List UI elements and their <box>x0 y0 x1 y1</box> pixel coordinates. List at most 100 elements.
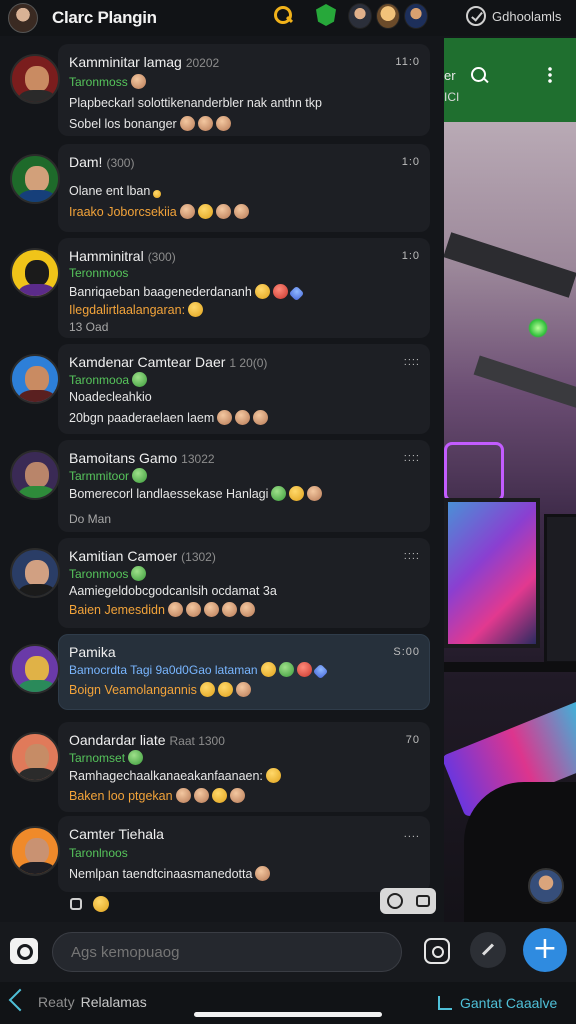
emoji-icon <box>131 566 147 581</box>
chat-avatar[interactable] <box>10 54 60 104</box>
preview-subtitle: ICI <box>444 90 460 104</box>
chat-time: :::: <box>403 452 420 464</box>
sticker-icon[interactable] <box>70 898 82 910</box>
chat-message: Olane ent lban <box>69 184 162 198</box>
emoji-icon <box>233 204 249 219</box>
emoji-icon <box>132 372 148 387</box>
emoji-icon <box>260 662 276 677</box>
chat-subtitle: Tarmmitoor <box>69 468 148 483</box>
message-composer: + <box>0 922 576 982</box>
message-input[interactable] <box>52 932 402 972</box>
chat-tag: (1302) <box>181 550 216 564</box>
emoji-icon <box>193 788 209 803</box>
chat-tag: (300) <box>147 250 176 264</box>
chat-message-secondary: Boign Veamolangannis <box>69 682 251 697</box>
emoji-icon <box>197 204 213 219</box>
chat-preview-pane: er ICI <box>444 38 576 922</box>
chat-item[interactable]: Kamdenar Camtear Daer 1 20(0) :::: Taronm… <box>0 344 444 438</box>
gallery-icon[interactable] <box>424 938 450 964</box>
story-avatar[interactable] <box>376 3 400 29</box>
chat-name: Camter Tiehala <box>69 826 164 842</box>
chat-name: Pamika <box>69 644 116 660</box>
chat-avatar[interactable] <box>10 732 60 782</box>
chat-avatar[interactable] <box>10 644 60 694</box>
chat-name: Bamoitans Gamo 13022 <box>69 450 215 466</box>
chat-avatar[interactable] <box>10 450 60 500</box>
emoji-icon <box>167 602 183 617</box>
chat-item[interactable]: Bamoitans Gamo 13022 :::: Tarmmitoor Bome… <box>0 440 444 536</box>
record-icon[interactable] <box>386 893 403 909</box>
chat-item[interactable]: Hamminitral (300) 1:0 Teronmoos Banriqaeb… <box>0 238 444 342</box>
chat-tag: 1 20(0) <box>229 356 268 370</box>
chat-message: Aamiegeldobcgodcanlsih ocdamat 3a <box>69 584 277 598</box>
chat-item[interactable]: Oandardar liate Raat 1300 70 Tarnomset Ra… <box>0 722 444 816</box>
chat-item[interactable]: Kamitian Camoer (1302) :::: Taronmoos Aam… <box>0 538 444 632</box>
chat-item[interactable]: Dam! (300) 1:0 Olane ent lban Iraako Jobo… <box>0 144 444 236</box>
emoji-icon <box>235 410 251 425</box>
search-icon[interactable] <box>470 66 490 86</box>
forward-icon <box>438 996 452 1010</box>
more-options-icon[interactable] <box>548 66 552 84</box>
emoji-icon <box>289 486 305 501</box>
repeat-icon[interactable] <box>415 895 430 907</box>
chat-subtitle: Taronlnoos <box>69 846 128 860</box>
story-avatars <box>348 3 428 29</box>
chat-item-active[interactable]: Pamika S:00 Bamocrdta Tagi 9a0d0Gao lata… <box>0 634 444 714</box>
emoji-icon[interactable] <box>93 896 109 912</box>
camera-icon[interactable] <box>10 938 38 964</box>
chat-message: Bomerecorl landlaessekase Hanlagi <box>69 486 323 501</box>
shield-icon[interactable] <box>316 4 336 26</box>
search-icon[interactable] <box>272 4 294 26</box>
emoji-icon <box>255 866 271 881</box>
bottom-nav-right[interactable]: Gantat Caaalve <box>438 994 557 1011</box>
top-icons <box>272 4 336 26</box>
emoji-icon <box>254 284 270 299</box>
bottom-nav: Reaty Relalamas Gantat Caaalve <box>0 982 576 1024</box>
back-arrow-icon[interactable] <box>8 988 32 1012</box>
preview-title: er <box>444 68 456 83</box>
nav-label-right: Gantat Caaalve <box>460 995 558 1011</box>
emoji-icon <box>153 190 162 198</box>
new-message-button[interactable]: + <box>523 928 567 972</box>
chat-item[interactable]: Kamminitar lamag 20202 11:0 Taronmoss Pla… <box>0 44 444 140</box>
chat-avatar[interactable] <box>10 354 60 404</box>
chat-tag: 13022 <box>181 452 215 466</box>
emoji-icon <box>185 602 201 617</box>
chat-time: 70 <box>405 734 420 746</box>
chat-meta: 13 Oad <box>69 320 109 334</box>
top-right-status[interactable]: Gdhoolamls <box>466 6 561 26</box>
story-avatar[interactable] <box>348 3 372 29</box>
chat-avatar[interactable] <box>10 826 60 876</box>
chat-avatar[interactable] <box>10 154 60 204</box>
emoji-icon <box>221 602 237 617</box>
emoji-icon <box>217 410 233 425</box>
chat-tag: Raat 1300 <box>169 734 225 748</box>
profile-avatar[interactable] <box>8 3 38 33</box>
chat-tag: (300) <box>106 156 135 170</box>
emoji-icon <box>179 204 195 219</box>
chat-time: 11:0 <box>395 56 420 68</box>
emoji-icon <box>296 662 312 677</box>
emoji-icon <box>215 116 231 131</box>
emoji-icon <box>203 602 219 617</box>
emoji-icon <box>175 788 191 803</box>
chat-message-secondary: 20bgn paaderaelaen laem <box>69 410 269 425</box>
emoji-icon <box>235 682 251 697</box>
chat-avatar[interactable] <box>10 248 60 298</box>
media-controls[interactable] <box>380 888 436 914</box>
pen-icon[interactable] <box>470 932 506 968</box>
chat-message: Banriqaeban baagenederdananh <box>69 284 305 302</box>
emoji-icon <box>253 410 269 425</box>
chat-avatar[interactable] <box>10 548 60 598</box>
chat-message-secondary: Ilegdalirtlaalangaran: <box>69 302 204 317</box>
emoji-icon <box>128 750 144 765</box>
emoji-icon <box>272 284 288 299</box>
chat-time: :::: <box>403 550 420 562</box>
emoji-icon <box>179 116 195 131</box>
bottom-nav-left[interactable]: Reaty Relalamas <box>38 994 147 1010</box>
preview-header: er ICI <box>444 38 576 122</box>
chat-item[interactable]: Camter Tiehala .... Taronlnoos Nemlpan t… <box>0 816 444 896</box>
floating-avatar[interactable] <box>528 868 564 904</box>
story-avatar[interactable] <box>404 3 428 29</box>
chat-meta: Do Man <box>69 512 112 526</box>
